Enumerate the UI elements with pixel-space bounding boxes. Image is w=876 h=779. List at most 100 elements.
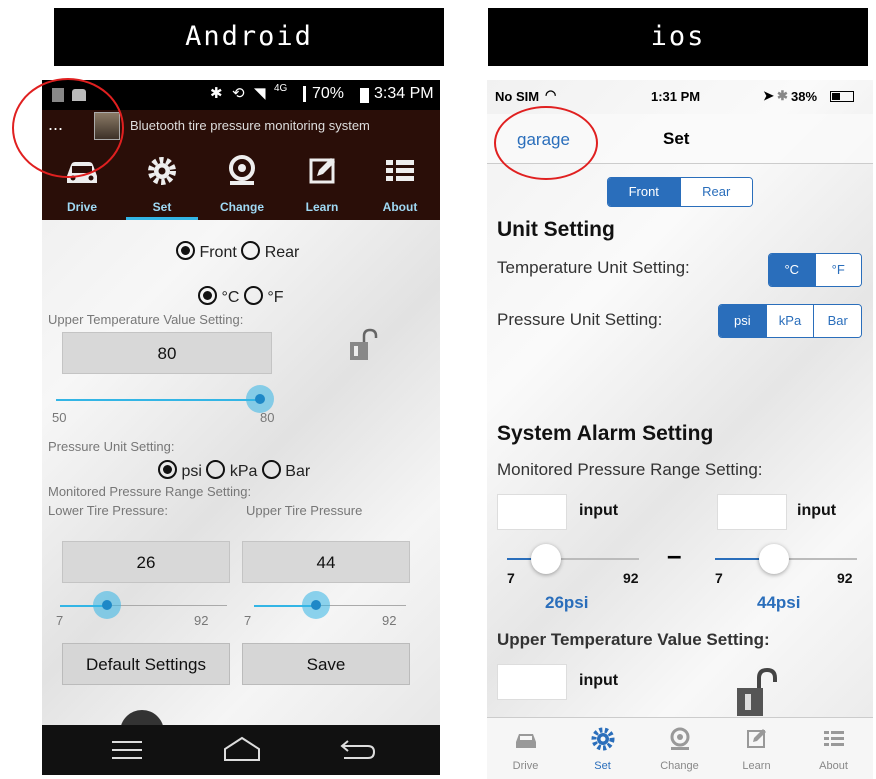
upper-slider-thumb[interactable] [759, 544, 789, 574]
upper-pressure-display: 44psi [757, 593, 801, 612]
signal-icon [292, 86, 306, 102]
gear-icon [148, 157, 176, 185]
upper-temp-max: 80 [260, 410, 275, 425]
tab-learn[interactable]: Learn [282, 142, 362, 220]
upper-temp-input[interactable] [497, 664, 567, 700]
bluetooth-icon: ✱ [777, 88, 788, 103]
lower-pressure-slider-thumb[interactable] [93, 591, 121, 619]
tab-set-label: Set [594, 760, 611, 772]
upper-pressure-field[interactable]: 44 [242, 541, 410, 583]
radio-rear[interactable] [241, 241, 261, 260]
radio-psi[interactable] [158, 460, 177, 479]
tab-set[interactable]: Set [564, 718, 641, 779]
tab-about[interactable]: About [795, 718, 872, 779]
list-icon [386, 160, 414, 181]
upper-temp-slider-track[interactable] [56, 399, 261, 401]
tire-icon [229, 155, 255, 185]
upper-slider-min: 7 [715, 570, 723, 586]
radio-kpa[interactable] [206, 460, 226, 479]
upper-temp-min: 50 [52, 410, 67, 425]
segment-bar[interactable]: Bar [813, 305, 861, 337]
edit-icon [309, 158, 335, 184]
home-icon[interactable] [222, 735, 262, 763]
radio-celsius-label: °C [221, 289, 240, 306]
segment-kpa[interactable]: kPa [765, 305, 814, 337]
lower-slider-min: 7 [507, 570, 515, 586]
default-settings-button[interactable]: Default Settings [62, 643, 230, 685]
position-radio-group: Front Rear [176, 241, 299, 262]
upper-temp-label: Upper Temperature Value Setting: [48, 312, 244, 327]
lock-icon[interactable] [733, 666, 789, 716]
upper-slider-max: 92 [837, 570, 853, 586]
tab-learn[interactable]: Learn [718, 718, 795, 779]
tab-learn-label: Learn [305, 200, 339, 214]
tab-about[interactable]: About [360, 142, 440, 220]
segment-rear[interactable]: Rear [679, 178, 752, 206]
upper-pressure-slider-thumb[interactable] [302, 591, 330, 619]
lower-pressure-slider-track[interactable] [107, 605, 227, 606]
upper-pressure-input[interactable] [717, 494, 787, 530]
tab-change[interactable]: Change [641, 718, 718, 779]
android-annotation-circle [12, 78, 124, 178]
lower-slider-thumb[interactable] [531, 544, 561, 574]
edit-icon [747, 729, 766, 748]
segment-fahrenheit[interactable]: °F [814, 254, 861, 286]
pressure-range-label: Monitored Pressure Range Setting: [497, 460, 763, 479]
lower-pressure-field[interactable]: 26 [62, 541, 230, 583]
lower-pressure-label: Lower Tire Pressure: [48, 503, 168, 518]
lower-slider-max: 92 [623, 570, 639, 586]
pressure-range-label: Monitored Pressure Range Setting: [48, 484, 252, 499]
lower-pressure-display: 26psi [545, 593, 589, 612]
ios-annotation-circle [494, 106, 598, 180]
location-icon: ➤ [763, 88, 774, 103]
upper-temp-input-label: input [579, 672, 619, 689]
radio-kpa-label: kPa [229, 463, 258, 480]
back-icon[interactable] [338, 737, 378, 763]
segment-front[interactable]: Front [608, 178, 680, 206]
pressure-unit-label: Pressure Unit Setting: [48, 439, 175, 454]
radio-bar[interactable] [261, 460, 281, 479]
save-button[interactable]: Save [242, 643, 410, 685]
radio-celsius[interactable] [198, 286, 217, 305]
tab-about-label: About [382, 200, 418, 214]
radio-front[interactable] [176, 241, 195, 260]
radio-psi-label: psi [181, 463, 202, 480]
ios-screen: No SIM ◠ 1:31 PM ➤ ✱ 38% garage Set Fron… [487, 80, 873, 779]
android-navigation-bar [42, 725, 440, 775]
system-alarm-heading: System Alarm Setting [497, 422, 714, 445]
battery-icon [360, 88, 369, 103]
tab-about-label: About [819, 760, 848, 772]
network-type: 4G [274, 83, 288, 94]
tab-set[interactable]: Set [122, 142, 202, 220]
upper-temp-value-field[interactable]: 80 [62, 332, 272, 374]
radio-fahrenheit[interactable] [243, 286, 263, 305]
notification-title: Bluetooth tire pressure monitoring syste… [130, 118, 370, 133]
segment-psi[interactable]: psi [719, 305, 766, 337]
wifi-icon: ◥ [254, 85, 266, 102]
menu-icon[interactable] [112, 739, 142, 761]
radio-fahrenheit-label: °F [267, 289, 284, 306]
android-screen: ✱ ⟲ ◥ 4G 70% 3:34 PM ... Bluetooth tire … [42, 80, 440, 775]
tab-change[interactable]: Change [202, 142, 282, 220]
tab-drive-label: Drive [66, 200, 98, 214]
tab-drive-label: Drive [512, 760, 539, 772]
pressure-unit-radio-group: psi kPa Bar [158, 460, 310, 481]
radio-rear-label: Rear [264, 244, 300, 261]
lock-icon[interactable] [344, 328, 386, 368]
wifi-icon: ◠ [545, 87, 557, 102]
android-label: Android [54, 8, 444, 66]
upper-temp-slider-thumb[interactable] [246, 385, 274, 413]
bluetooth-icon: ✱ [210, 85, 223, 102]
rotate-icon: ⟲ [232, 85, 245, 102]
unit-setting-heading: Unit Setting [497, 218, 615, 241]
lower-pressure-input[interactable] [497, 494, 567, 530]
tab-drive[interactable]: Drive [487, 718, 564, 779]
radio-bar-label: Bar [285, 463, 311, 480]
lower-pressure-max: 92 [194, 613, 209, 628]
segment-celsius[interactable]: °C [769, 254, 815, 286]
lower-pressure-min: 7 [56, 613, 64, 628]
upper-pressure-label: Upper Tire Pressure [246, 503, 363, 518]
tab-change-label: Change [219, 200, 264, 214]
battery-percent: 70% [312, 85, 345, 102]
upper-pressure-input-label: input [797, 502, 837, 519]
